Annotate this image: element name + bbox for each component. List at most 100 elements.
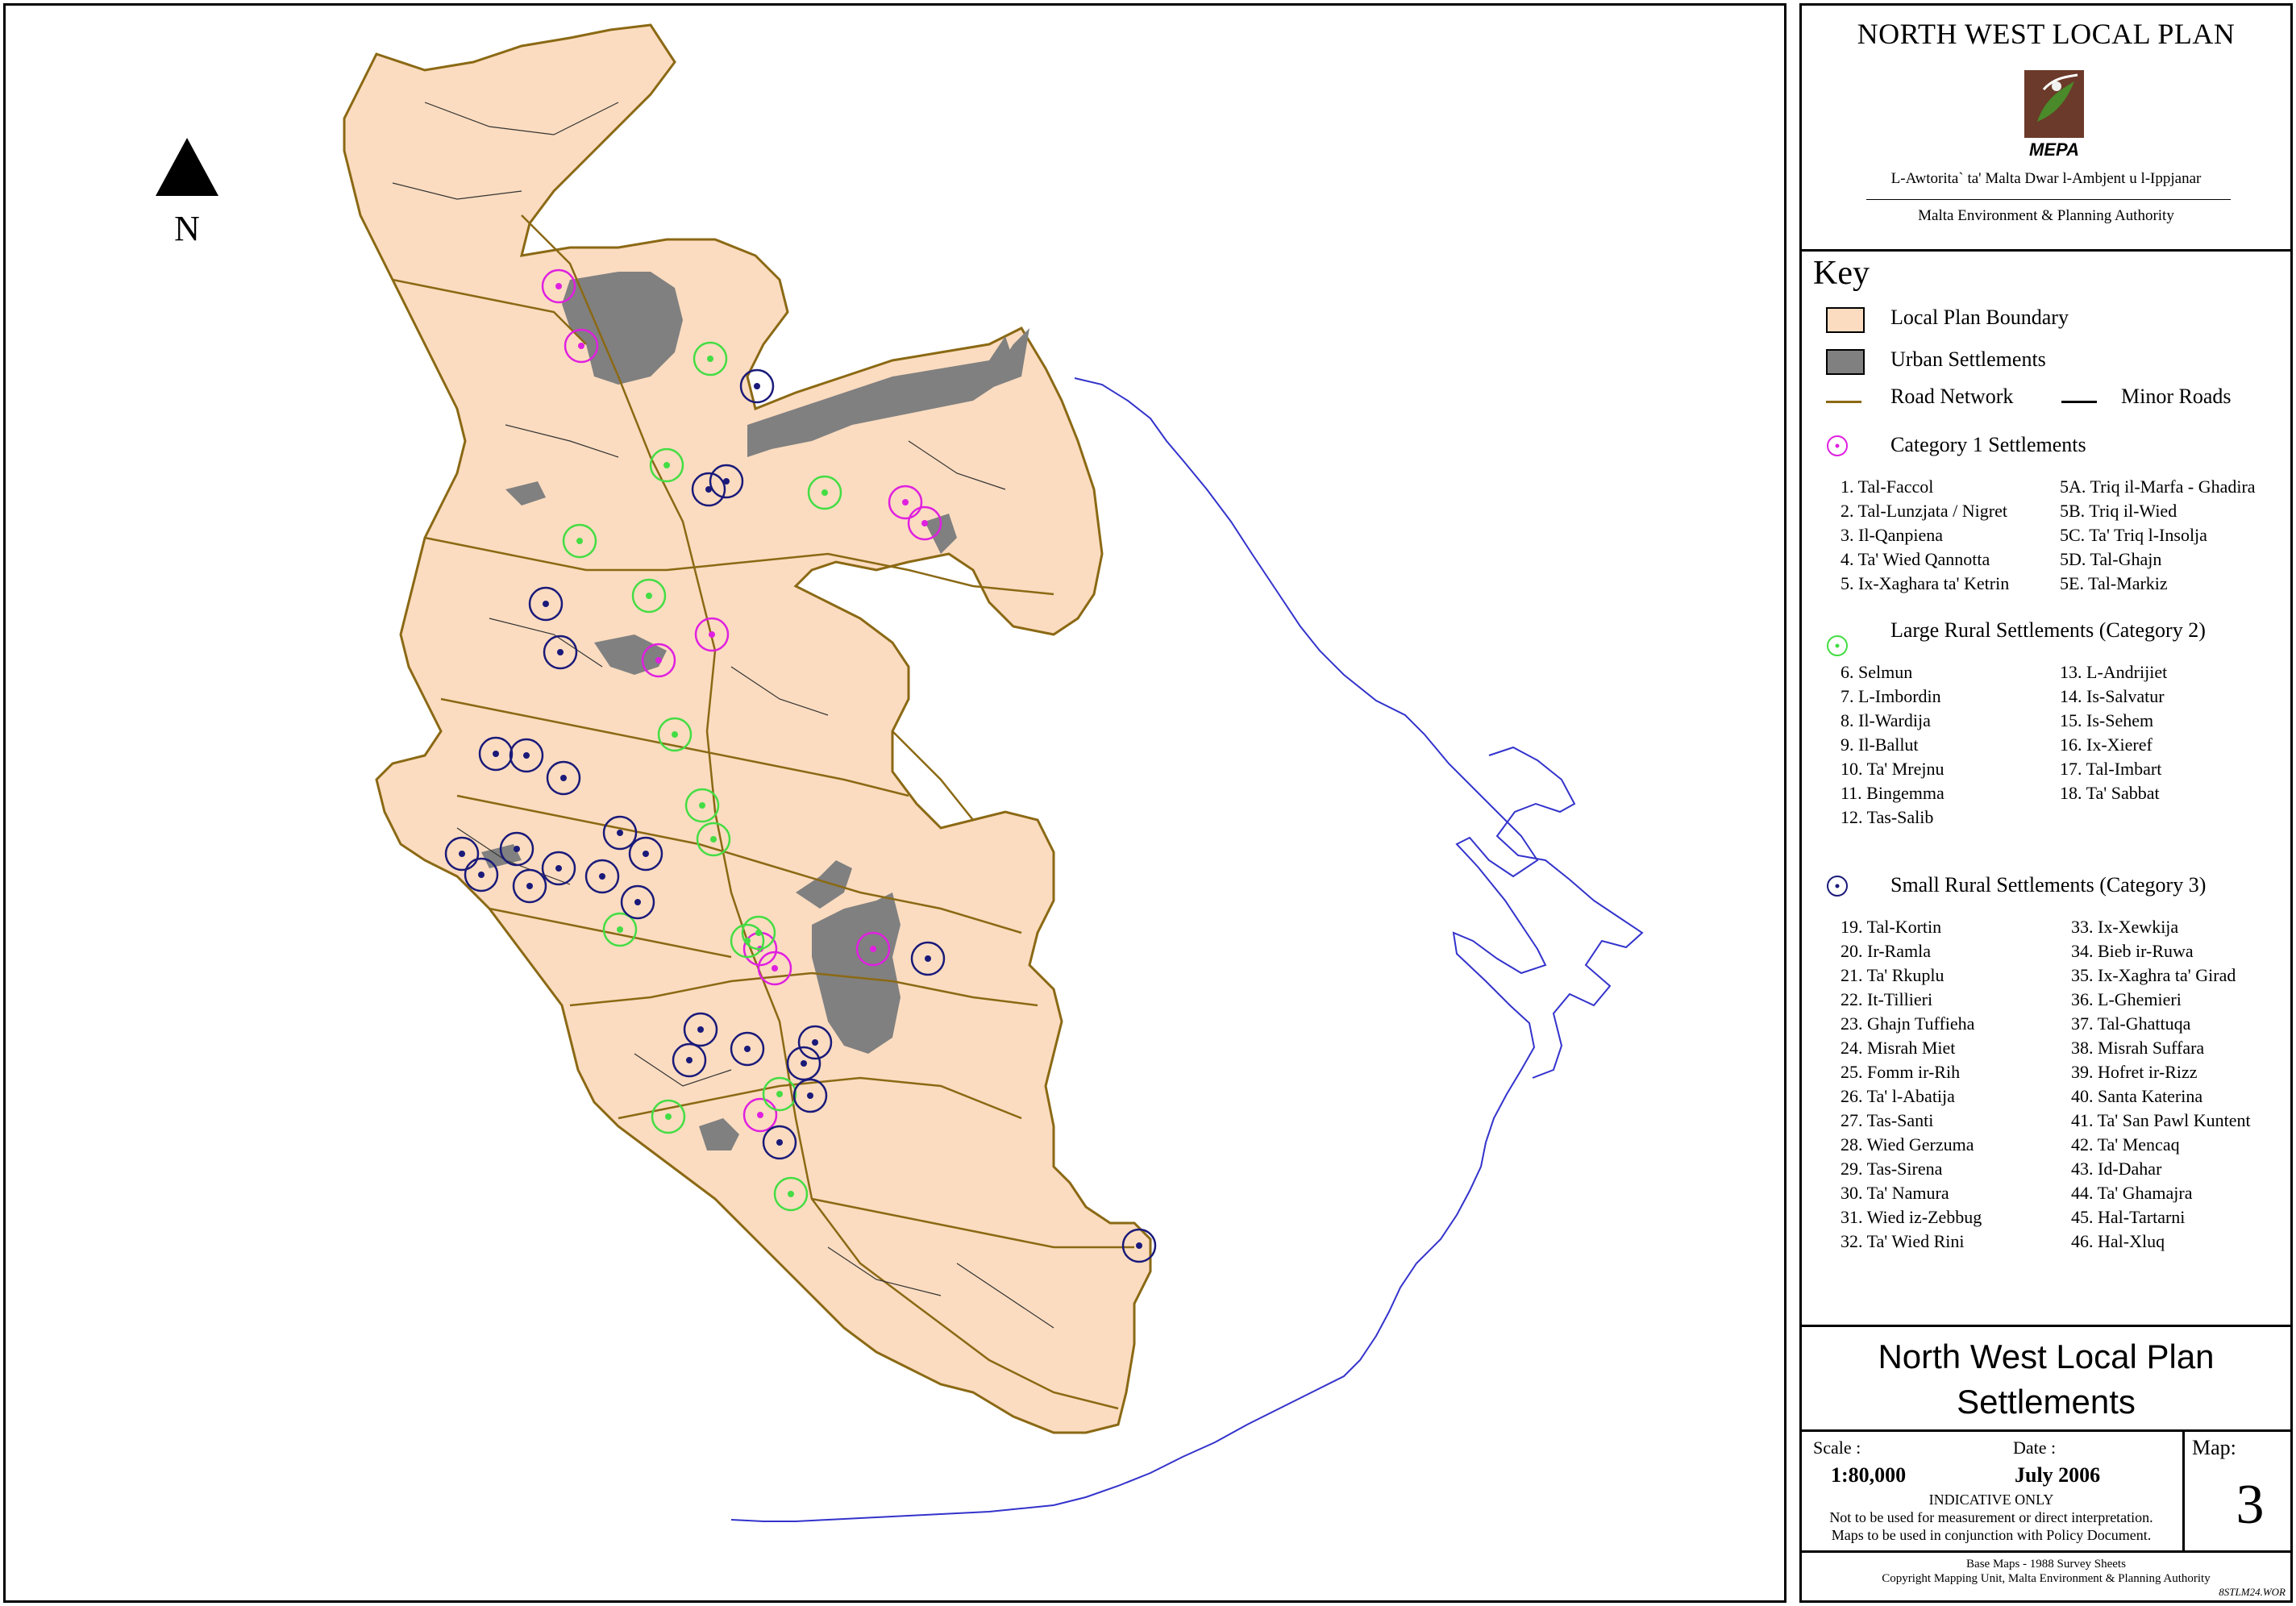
category1-settlement-marker-dot [921,520,928,526]
category2-settlement-marker-dot [576,538,583,544]
category3-settlement-marker-dot [493,751,499,757]
key-roads: Road Network Minor Roads [1802,381,2290,414]
settlement-list-item: 10. Ta' Mrejnu [1841,759,1945,779]
settlement-list-item: 8. Il-Wardija [1841,710,1931,730]
legend-panel: NORTH WEST LOCAL PLAN MEPA L-Awtorita` t… [1799,3,2293,1603]
key-road-label: Road Network [1890,385,2014,408]
settlement-list-item: 1. Tal-Faccol [1841,476,1934,497]
settlement-list-item: 21. Ta' Rkuplu [1841,965,1945,985]
settlement-list-item: 46. Hal-Xluq [2071,1231,2165,1251]
category3-settlement-marker-dot [599,873,605,880]
settlement-list-item: 31. Wied iz-Zebbug [1841,1207,1982,1227]
authority-english: Malta Environment & Planning Authority [1918,207,2174,224]
category3-settlement-marker-dot [754,383,760,389]
category3-settlement-marker-dot [807,1092,813,1099]
settlement-list-item: 5. Ix-Xaghara ta' Ketrin [1841,573,2010,593]
north-arrow-icon [156,138,218,196]
category1-list-right: 5A. Triq il-Marfa - Ghadira 5B. Triq il-W… [2060,475,2256,596]
settlement-list-item: 6. Selmun [1841,662,1913,682]
category2-settlement-marker-dot [665,1113,672,1120]
settlement-list-item: 7. L-Imbordin [1841,686,1941,706]
category2-title: Large Rural Settlements (Category 2) [1890,618,2206,642]
category3-settlement-marker-dot [686,1057,693,1063]
settlement-list-item: 36. L-Ghemieri [2071,989,2182,1009]
category2-list-left: 6. Selmun 7. L-Imbordin 8. Il-Wardija 9. Il… [1841,660,1945,830]
map-number: 3 [2236,1474,2265,1536]
settlement-list-item: 11. Bingemma [1841,783,1945,803]
category1-title: Category 1 Settlements [1890,433,2086,456]
credits: Base Maps - 1988 Survey Sheets Copyright… [1802,1557,2290,1586]
category2-list-right: 13. L-Andrijiet 14. Is-Salvatur 15. Is-Seh… [2060,660,2167,805]
category1-settlement-marker-dot [772,965,778,972]
settlement-list-item: 13. L-Andrijiet [2060,662,2168,682]
coastline-inlet [1488,746,1644,1079]
key-title: Key [1813,255,1870,292]
settlement-list-item: 32. Ta' Wied Rini [1841,1231,1965,1251]
settlement-list-item: 44. Ta' Ghamajra [2071,1183,2193,1203]
disclaimer-2: Maps to be used in conjunction with Poli… [1831,1527,2152,1543]
category3-settlement-marker-dot [514,846,520,852]
category3-settlement-marker-dot [776,1139,783,1146]
date-value: July 2006 [2015,1463,2101,1487]
settlement-list-item: 9. Il-Ballut [1841,734,1919,755]
header-title: NORTH WEST LOCAL PLAN [1857,18,2236,50]
settlement-list-item: 28. Wied Gerzuma [1841,1134,1974,1155]
category3-settlement-marker-dot [478,872,485,878]
settlement-list-item: 27. Tas-Santi [1841,1110,1934,1130]
settlement-list-item: 22. It-Tillieri [1841,989,1933,1009]
category2-settlement-marker-dot [776,1091,783,1097]
boundary-swatch [1826,307,1865,333]
category3-settlement-marker-dot [801,1060,807,1067]
footer-title-line2: Settlements [1957,1383,2136,1421]
settlement-list-item: 40. Santa Katerina [2071,1086,2203,1106]
category3-list-left: 19. Tal-Kortin 20. Ir-Ramla 21. Ta' Rkuplu… [1841,915,1982,1254]
category3-settlement-marker-dot [557,649,564,655]
settlement-list-item: 19. Tal-Kortin [1841,917,1942,937]
mepa-logo-text: MEPA [2029,139,2079,160]
settlement-list-item: 39. Hofret ir-Rizz [2071,1062,2198,1082]
key-boundary: Local Plan Boundary [1802,302,2290,335]
category1-settlement-marker-dot [709,631,715,638]
category3-settlement-marker-dot [744,1046,751,1052]
category1-settlement-marker-dot [757,1112,763,1118]
category1-settlement-marker-dot [870,946,876,952]
category3-settlement-marker-dot [617,830,623,836]
settlement-list-item: 17. Tal-Imbart [2060,759,2162,779]
settlement-list-item: 3. Il-Qanpiena [1841,525,1944,545]
settlement-list-item: 42. Ta' Mencaq [2071,1134,2180,1155]
category1-settlement-marker-dot [578,343,584,349]
settlement-list-item: 41. Ta' San Pawl Kuntent [2071,1110,2251,1130]
key-minor-road-label: Minor Roads [2121,385,2232,408]
settlement-list-item: 14. Is-Salvatur [2060,686,2165,706]
settlement-list-item: 29. Tas-Sirena [1841,1159,1943,1179]
settlement-list-item: 35. Ix-Xaghra ta' Girad [2071,965,2236,985]
mepa-logo: MEPA [2024,70,2084,160]
settlement-list-item: 5D. Tal-Ghajn [2060,549,2162,569]
footer-title-line1: North West Local Plan [1878,1338,2215,1375]
map-code: 8STLM24.WOR [2219,1586,2286,1598]
category3-settlement-marker-dot [925,955,931,962]
category3-symbol [1827,876,1848,897]
category2-settlement-marker-dot [788,1191,794,1197]
category3-list-right: 33. Ix-Xewkija 34. Bieb ir-Ruwa 35. Ix-Xag… [2071,915,2251,1254]
category1-settlement-marker-dot [902,499,909,506]
settlement-list-item: 25. Fomm ir-Rih [1841,1062,1961,1082]
category2-settlement-marker-dot [821,489,828,496]
north-arrow: N [151,135,223,249]
category2-settlement-marker-dot [672,731,678,738]
copyright: Copyright Mapping Unit, Malta Environmen… [1882,1572,2211,1585]
category2-symbol [1827,635,1848,656]
indicative-only: INDICATIVE ONLY [1928,1492,2054,1508]
category3-settlement-marker-dot [723,478,730,485]
settlement-list-item: 2. Tal-Lunzjata / Nigret [1841,501,2007,521]
footer-title: North West Local Plan Settlements [1802,1334,2290,1425]
indicative-note: INDICATIVE ONLY Not to be used for measu… [1802,1491,2181,1544]
category3-title: Small Rural Settlements (Category 3) [1890,873,2207,897]
category2-settlement-marker-dot [707,356,713,362]
settlement-list-item: 37. Tal-Ghattuqa [2071,1013,2191,1034]
settlement-list-item: 15. Is-Sehem [2060,710,2154,730]
urban-swatch [1826,349,1865,375]
local-plan-boundary [343,23,1152,1434]
key-urban-label: Urban Settlements [1890,347,2046,371]
map-area[interactable]: N [3,3,1786,1603]
